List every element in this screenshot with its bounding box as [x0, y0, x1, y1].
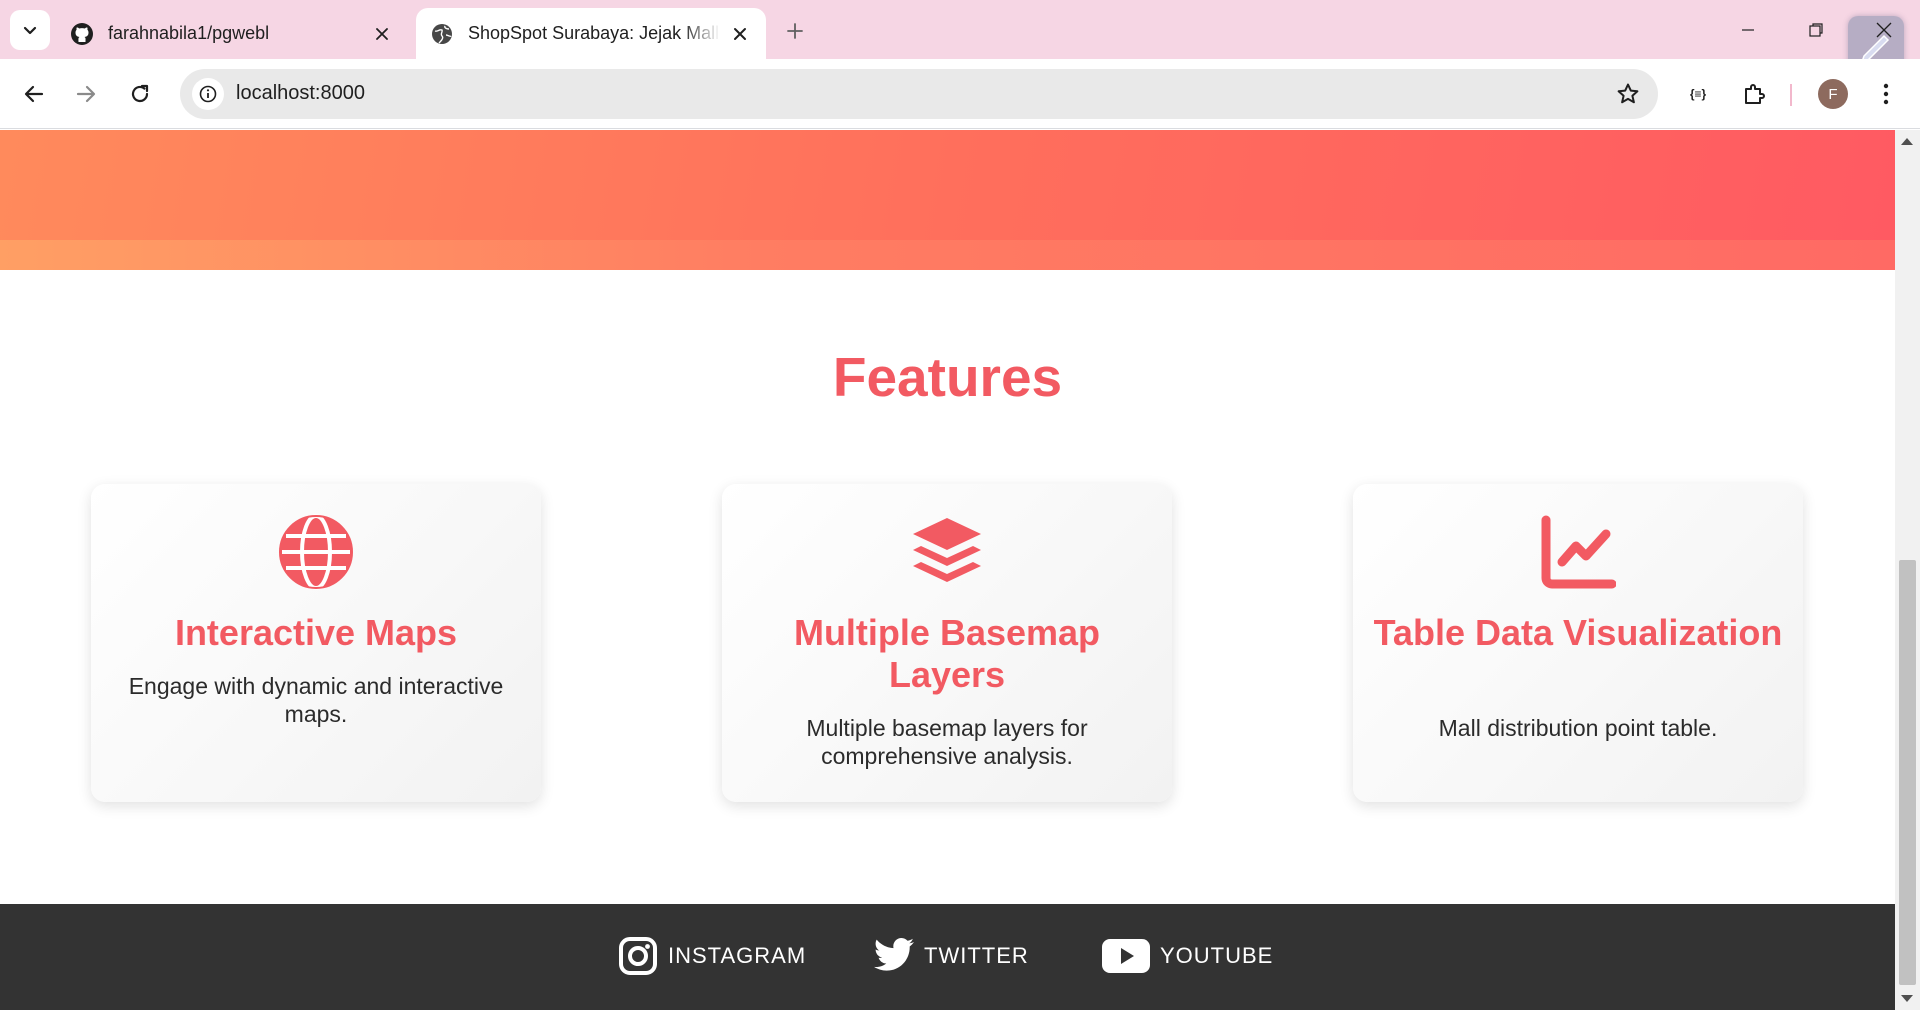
plus-icon [787, 23, 803, 39]
feature-card-basemap-layers: Multiple Basemap Layers Multiple basemap… [722, 484, 1172, 802]
svg-text:{≡}: {≡} [1690, 87, 1707, 101]
twitter-icon [872, 934, 916, 978]
back-button[interactable] [14, 74, 54, 114]
instagram-label: INSTAGRAM [668, 943, 807, 968]
youtube-icon [1100, 934, 1152, 978]
feature-card-text: Engage with dynamic and interactive maps… [128, 673, 504, 727]
tab-strip: farahnabila1/pgwebl ShopSpot Surabaya: J… [0, 0, 1920, 72]
feature-card-title: Table Data Visualization [1373, 612, 1783, 653]
tab-title: ShopSpot Surabaya: Jejak Mall Kota [468, 23, 720, 43]
github-icon [70, 22, 94, 46]
scroll-up-arrow-icon[interactable] [1901, 138, 1913, 145]
new-tab-button[interactable] [780, 16, 810, 46]
feature-card-text: Mall distribution point table. [1438, 715, 1718, 741]
feature-card-table-data: Table Data Visualization Mall distributi… [1353, 484, 1803, 802]
browser-toolbar: localhost:8000 {≡} F [0, 59, 1920, 129]
site-footer: INSTAGRAM TWITTER YOUTUBE [0, 904, 1895, 1010]
chevron-down-icon [23, 26, 37, 35]
close-icon[interactable] [728, 22, 752, 46]
reload-button[interactable] [120, 74, 160, 114]
globe-icon [430, 22, 454, 46]
youtube-link[interactable]: YOUTUBE [1100, 934, 1273, 978]
feature-card-title: Multiple Basemap Layers [793, 612, 1101, 695]
hero-bottom-band [0, 240, 1895, 270]
tab-shopspot[interactable]: ShopSpot Surabaya: Jejak Mall Kota [416, 8, 766, 59]
page-viewport: Features Interactive Maps Engage with dy… [0, 130, 1895, 1010]
minimize-icon [1742, 29, 1754, 31]
page-scrollbar[interactable] [1895, 130, 1920, 1010]
chart-line-icon [1353, 514, 1803, 590]
feature-card-text: Multiple basemap layers for comprehensiv… [806, 715, 1088, 769]
tab-github[interactable]: farahnabila1/pgwebl [56, 8, 408, 59]
close-icon [1876, 22, 1892, 38]
feature-card-title: Interactive Maps [174, 612, 458, 653]
bookmark-star-icon[interactable] [1614, 80, 1642, 108]
json-formatter-icon[interactable]: {≡} [1678, 74, 1718, 114]
restore-button[interactable] [1794, 10, 1838, 50]
scroll-down-arrow-icon[interactable] [1901, 995, 1913, 1002]
instagram-icon [616, 934, 660, 978]
hero-banner [0, 130, 1895, 270]
restore-icon [1809, 23, 1823, 37]
tab-search-button[interactable] [10, 10, 50, 50]
address-bar[interactable]: localhost:8000 [180, 69, 1658, 119]
features-heading: Features [832, 346, 1063, 408]
arrow-left-icon [24, 85, 44, 103]
toolbar-separator [1790, 84, 1792, 106]
forward-button[interactable] [66, 74, 106, 114]
feature-card-interactive-maps: Interactive Maps Engage with dynamic and… [91, 484, 541, 802]
minimize-button[interactable] [1726, 10, 1770, 50]
profile-avatar[interactable]: F [1818, 79, 1848, 109]
reload-icon [131, 84, 149, 103]
kebab-menu-icon[interactable] [1866, 74, 1906, 114]
site-info-icon[interactable] [192, 78, 224, 110]
youtube-label: YOUTUBE [1160, 943, 1274, 968]
globe-icon [91, 514, 541, 590]
url-text[interactable]: localhost:8000 [236, 82, 365, 105]
extensions-puzzle-icon[interactable] [1734, 74, 1774, 114]
twitter-label: TWITTER [924, 943, 1029, 968]
instagram-link[interactable]: INSTAGRAM [616, 934, 806, 978]
tab-title: farahnabila1/pgwebl [108, 23, 270, 43]
scrollbar-thumb[interactable] [1899, 560, 1916, 985]
close-window-button[interactable] [1862, 10, 1906, 50]
twitter-link[interactable]: TWITTER [872, 934, 1029, 978]
arrow-right-icon [76, 85, 96, 103]
layers-icon [722, 514, 1172, 590]
close-icon[interactable] [370, 22, 394, 46]
